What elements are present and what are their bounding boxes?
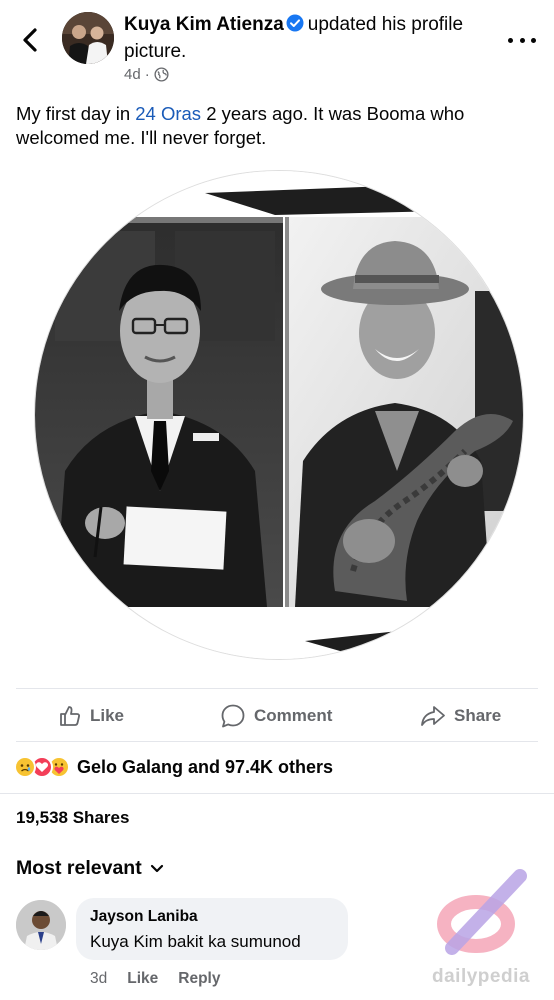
comment-bubble-icon bbox=[221, 704, 245, 728]
profile-picture-image bbox=[34, 170, 524, 660]
share-button[interactable]: Share bbox=[420, 694, 501, 738]
more-options-button[interactable] bbox=[508, 30, 536, 50]
profile-picture[interactable] bbox=[34, 170, 524, 660]
sort-label: Most relevant bbox=[16, 857, 142, 879]
share-label: Share bbox=[454, 706, 502, 725]
chevron-left-icon bbox=[23, 28, 37, 52]
comment-reply-button[interactable]: Reply bbox=[178, 970, 220, 988]
comment-bubble: Jayson Laniba Kuya Kim bakit ka sumunod bbox=[76, 898, 348, 960]
commenter-avatar[interactable] bbox=[16, 900, 66, 950]
comment-button[interactable]: Comment bbox=[220, 694, 332, 738]
caption-link[interactable]: 24 Oras bbox=[135, 103, 201, 124]
comment-text: Kuya Kim bakit ka sumunod bbox=[90, 932, 301, 951]
comment-label: Comment bbox=[254, 706, 333, 725]
post-meta: 4d · bbox=[124, 66, 169, 83]
comment-meta: 3d Like Reply bbox=[90, 970, 220, 988]
commenter-name[interactable]: Jayson Laniba bbox=[90, 908, 334, 926]
divider bbox=[16, 741, 538, 742]
more-dot bbox=[531, 37, 536, 43]
verified-badge-icon bbox=[286, 14, 304, 39]
globe-icon bbox=[154, 67, 169, 82]
author-avatar[interactable] bbox=[62, 12, 114, 64]
back-button[interactable] bbox=[14, 24, 46, 56]
comment-like-button[interactable]: Like bbox=[127, 970, 158, 988]
thumbs-up-icon bbox=[60, 706, 80, 726]
divider bbox=[0, 793, 554, 794]
post-header-text: Kuya Kim Atienza updated his profile pict… bbox=[124, 12, 484, 64]
post-actions-bar: Like Comment Share bbox=[0, 694, 554, 738]
comment-time[interactable]: 3d bbox=[90, 970, 107, 988]
divider bbox=[16, 688, 538, 689]
chevron-down-icon bbox=[150, 864, 163, 872]
meta-separator: · bbox=[144, 66, 150, 83]
sad-reaction-icon bbox=[14, 756, 36, 778]
more-dots-icon bbox=[508, 37, 513, 43]
shares-count[interactable]: 19,538 Shares bbox=[16, 808, 129, 828]
more-dot bbox=[519, 37, 525, 43]
post-caption: My first day in 24 Oras 2 years ago. It … bbox=[16, 102, 536, 150]
like-label: Like bbox=[90, 706, 125, 725]
reactions-summary[interactable]: Gelo Galang and 97.4K others bbox=[14, 753, 333, 781]
post-header: Kuya Kim Atienza updated his profile pict… bbox=[0, 0, 554, 92]
author-name[interactable]: Kuya Kim Atienza bbox=[124, 14, 284, 35]
like-button[interactable]: Like bbox=[58, 694, 124, 738]
share-arrow-icon bbox=[421, 706, 445, 726]
caption-text-before: My first day in bbox=[16, 103, 136, 124]
post-time[interactable]: 4d bbox=[124, 66, 141, 83]
watermark-text: dailypedia bbox=[432, 966, 530, 987]
reactions-count: Gelo Galang and 97.4K others bbox=[77, 756, 334, 777]
comment-sort-dropdown[interactable]: Most relevant bbox=[16, 857, 164, 880]
